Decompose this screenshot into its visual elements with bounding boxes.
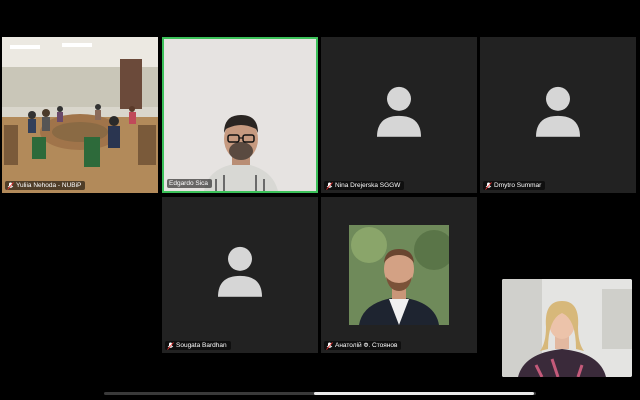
participant-tile-sougata[interactable]: Sougata Bardhan xyxy=(162,197,318,353)
participant-tile-edgardo[interactable]: Edgardo Sica xyxy=(162,37,318,193)
participant-name-tag: Dmytro Summar xyxy=(483,181,546,190)
mic-muted-icon xyxy=(167,341,174,350)
participant-tile-nina[interactable]: Nina Drejerska SGGW xyxy=(321,37,477,193)
user-avatar-icon xyxy=(377,86,421,137)
conference-room-video xyxy=(2,37,158,193)
participant-name-tag: Nina Drejerska SGGW xyxy=(324,181,405,190)
participant-name: Sougata Bardhan xyxy=(176,342,227,349)
user-avatar-icon xyxy=(536,86,580,137)
participant-name: Edgardo Sica xyxy=(169,180,209,187)
participant-name-tag: Sougata Bardhan xyxy=(165,341,231,350)
profile-photo xyxy=(349,225,449,325)
mic-muted-icon xyxy=(7,181,14,190)
participant-name-tag: Edgardo Sica xyxy=(167,179,213,188)
mic-muted-icon xyxy=(326,181,333,190)
participant-tile-yuliia[interactable]: Yuliia Nehoda - NUBiP xyxy=(2,37,158,193)
mic-muted-icon xyxy=(326,341,333,350)
participant-name: Dmytro Summar xyxy=(494,182,542,189)
horizontal-scrollbar[interactable] xyxy=(104,392,536,395)
mic-muted-icon xyxy=(485,181,492,190)
self-view-video xyxy=(502,279,632,377)
user-avatar-icon xyxy=(218,246,262,297)
participant-tile-dmytro[interactable]: Dmytro Summar xyxy=(480,37,636,193)
self-view-thumbnail[interactable] xyxy=(502,279,632,377)
speaker-video xyxy=(164,39,316,191)
participant-name-tag: Анатолій Ф. Стоянов xyxy=(324,341,402,350)
participant-name: Анатолій Ф. Стоянов xyxy=(335,342,398,349)
participant-name: Yuliia Nehoda - NUBiP xyxy=(16,182,82,189)
scrollbar-thumb[interactable] xyxy=(314,392,534,395)
participant-name: Nina Drejerska SGGW xyxy=(335,182,401,189)
participant-tile-anatolii[interactable]: Анатолій Ф. Стоянов xyxy=(321,197,477,353)
participant-name-tag: Yuliia Nehoda - NUBiP xyxy=(5,181,86,190)
